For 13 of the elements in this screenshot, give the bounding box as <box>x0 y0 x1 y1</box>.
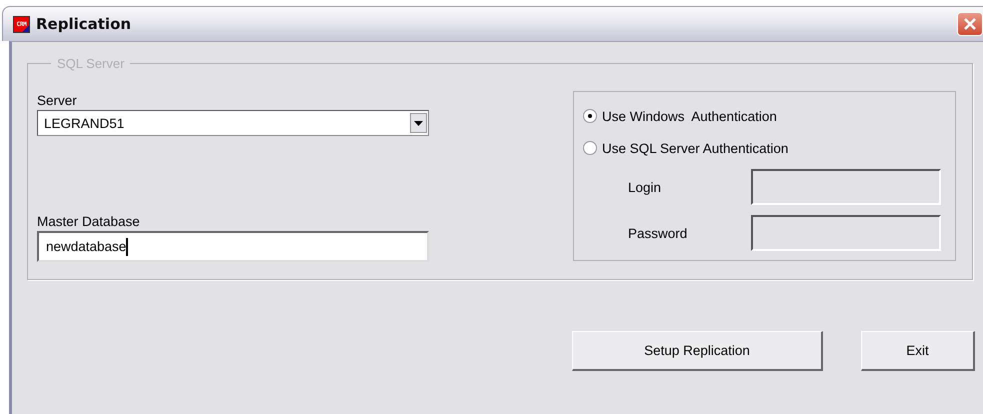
field-label: Password <box>628 226 688 240</box>
window-title: Replication <box>36 15 132 33</box>
push-button[interactable]: Exit <box>861 331 975 371</box>
field-label: Server <box>37 93 78 108</box>
push-button[interactable]: Setup Replication <box>572 331 823 371</box>
radio-button[interactable]: Use Windows Authentication <box>583 100 777 132</box>
radio-button[interactable]: Use SQL Server Authentication <box>583 132 788 164</box>
field-label: Master Database <box>37 214 141 229</box>
server-dropdown[interactable]: LEGRAND51 <box>37 110 429 136</box>
field-label: Login <box>628 180 662 194</box>
close-button[interactable] <box>957 12 983 36</box>
close-icon <box>962 16 978 32</box>
input-field[interactable]: newdatabase <box>37 231 429 262</box>
